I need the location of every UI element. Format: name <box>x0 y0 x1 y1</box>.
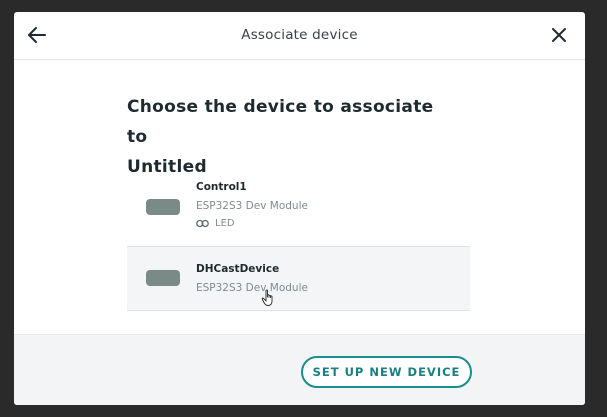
device-item-control1[interactable]: Control1 ESP32S3 Dev Module LED <box>127 172 470 247</box>
link-icon <box>196 219 209 228</box>
dialog-heading: Choose the device to associate to Untitl… <box>127 92 457 182</box>
dialog-header: Associate device <box>14 12 585 60</box>
heading-line-1: Choose the device to associate to <box>127 97 434 147</box>
device-board: ESP32S3 Dev Module <box>196 200 308 212</box>
dialog-footer: SET UP NEW DEVICE <box>14 334 585 405</box>
dialog-title: Associate device <box>241 27 358 43</box>
device-name: DHCastDevice <box>196 263 280 275</box>
device-variable-label: LED <box>215 218 235 229</box>
close-button[interactable] <box>549 25 569 45</box>
set-up-new-device-button[interactable]: SET UP NEW DEVICE <box>301 356 472 388</box>
device-name: Control1 <box>196 181 247 193</box>
board-icon <box>146 199 180 215</box>
board-icon <box>146 270 180 286</box>
device-board: ESP32S3 Dev Module <box>196 282 308 294</box>
device-item-dhcastdevice[interactable]: DHCastDevice ESP32S3 Dev Module <box>127 247 470 311</box>
associate-device-dialog: Associate device Choose the device to as… <box>14 12 585 405</box>
device-list: Control1 ESP32S3 Dev Module LED DHCastDe… <box>127 172 470 311</box>
device-variable: LED <box>196 218 235 229</box>
hand-pointer-icon <box>261 289 273 306</box>
close-icon <box>552 28 566 42</box>
